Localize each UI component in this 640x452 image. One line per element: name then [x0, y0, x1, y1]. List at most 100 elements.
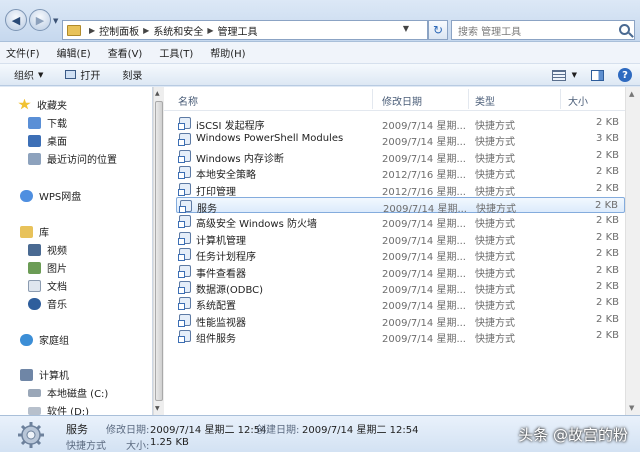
file-row[interactable]: 事件查看器 2009/7/14 星期... 快捷方式 2 KB — [176, 263, 625, 280]
file-type: 快捷方式 — [475, 153, 515, 165]
nav-recent-places[interactable]: 最近访问的位置 — [28, 151, 117, 166]
nav-pictures[interactable]: 图片 — [28, 260, 67, 275]
menu-edit[interactable]: 编辑(E) — [57, 45, 91, 60]
file-row[interactable]: Windows PowerShell Modules 2009/7/14 星期..… — [176, 131, 625, 149]
file-row[interactable]: 服务 2009/7/14 星期... 快捷方式 2 KB — [176, 197, 625, 215]
organize-label: 组织 — [14, 71, 34, 82]
file-row[interactable]: 数据源(ODBC) 2009/7/14 星期... 快捷方式 2 KB — [176, 279, 625, 296]
column-name[interactable]: 名称 — [178, 93, 198, 108]
details-modified-value: 2009/7/14 星期二 12:54 — [150, 425, 267, 436]
breadcrumb-control-panel[interactable]: 控制面板 — [99, 23, 139, 38]
search-icon[interactable] — [619, 24, 630, 35]
file-date: 2009/7/14 星期... — [382, 317, 466, 329]
file-name: 系统配置 — [196, 301, 236, 313]
refresh-button[interactable]: ↻ — [428, 20, 448, 40]
file-row[interactable]: 计算机管理 2009/7/14 星期... 快捷方式 2 KB — [176, 230, 625, 247]
file-row[interactable]: 组件服务 2009/7/14 星期... 快捷方式 2 KB — [176, 328, 625, 346]
file-type: 快捷方式 — [475, 268, 515, 280]
shortcut-icon — [178, 297, 191, 311]
address-bar[interactable]: ▶ 控制面板 ▶ 系统和安全 ▶ 管理工具 ▼ — [62, 20, 428, 40]
chevron-right-icon[interactable]: ▶ — [207, 26, 213, 35]
details-created-label: 创建日期: — [256, 425, 300, 436]
file-row[interactable]: 打印管理 2012/7/16 星期... 快捷方式 2 KB — [176, 181, 625, 198]
details-created-value: 2009/7/14 星期二 12:54 — [302, 425, 419, 436]
file-name: 高级安全 Windows 防火墙 — [196, 219, 317, 231]
breadcrumb-system-security[interactable]: 系统和安全 — [153, 23, 203, 38]
watermark: 头条 @故宫的粉 — [518, 426, 628, 444]
menu-view[interactable]: 查看(V) — [108, 45, 143, 60]
shortcut-icon — [178, 215, 191, 229]
file-type: 快捷方式 — [475, 121, 515, 132]
nav-music[interactable]: 音乐 — [28, 296, 67, 311]
file-row[interactable]: Windows 内存诊断 2009/7/14 星期... 快捷方式 2 KB — [176, 148, 625, 165]
file-size: 3 KB — [596, 133, 619, 145]
nav-homegroup[interactable]: 家庭组 — [20, 332, 69, 347]
shortcut-icon — [178, 166, 191, 180]
file-scrollbar[interactable]: ▲ ▼ — [625, 87, 640, 415]
open-button[interactable]: 打开 — [65, 67, 100, 82]
chevron-right-icon[interactable]: ▶ — [143, 26, 149, 35]
view-options-icon[interactable] — [551, 69, 566, 81]
chevron-down-icon[interactable]: ▼ — [403, 24, 409, 33]
search-input[interactable]: 搜索 管理工具 — [451, 20, 635, 40]
nav-favorites[interactable]: 收藏夹 — [18, 97, 67, 112]
documents-icon — [28, 279, 41, 292]
chevron-down-icon[interactable]: ▼ — [572, 71, 577, 79]
nav-desktop[interactable]: 桌面 — [28, 133, 67, 148]
menu-file[interactable]: 文件(F) — [6, 45, 40, 60]
scroll-down-icon[interactable]: ▼ — [155, 405, 160, 412]
file-row[interactable]: 高级安全 Windows 防火墙 2009/7/14 星期... 快捷方式 2 KB — [176, 213, 625, 231]
nav-label: 下载 — [47, 119, 67, 130]
scroll-thumb[interactable] — [155, 101, 163, 401]
nav-computer[interactable]: 计算机 — [20, 367, 69, 382]
file-date: 2009/7/14 星期... — [382, 268, 466, 280]
burn-button[interactable]: 刻录 — [122, 67, 142, 82]
file-name: 计算机管理 — [196, 235, 246, 247]
file-size: 2 KB — [596, 182, 619, 194]
help-icon[interactable]: ? — [618, 68, 632, 82]
downloads-folder-icon — [28, 116, 41, 129]
file-name: 数据源(ODBC) — [196, 285, 264, 296]
scroll-up-icon[interactable]: ▲ — [155, 90, 160, 97]
file-date: 2009/7/14 星期... — [382, 137, 466, 149]
recent-pages-dropdown[interactable]: ▼ — [53, 17, 58, 25]
nav-videos[interactable]: 视频 — [28, 242, 67, 257]
menu-help[interactable]: 帮助(H) — [210, 45, 245, 60]
nav-label: 视频 — [47, 246, 67, 257]
nav-label: 本地磁盘 (C:) — [47, 389, 109, 400]
preview-pane-icon[interactable] — [591, 69, 604, 81]
nav-downloads[interactable]: 下载 — [28, 115, 67, 130]
file-type: 快捷方式 — [475, 252, 515, 264]
nav-libraries[interactable]: 库 — [20, 224, 49, 239]
scroll-up-icon[interactable]: ▲ — [629, 90, 634, 98]
breadcrumb-admin-tools[interactable]: 管理工具 — [217, 23, 257, 38]
homegroup-icon — [20, 333, 33, 346]
nav-label: 文档 — [47, 282, 67, 293]
forward-button[interactable]: ▶ — [29, 9, 51, 31]
file-row[interactable]: 性能监视器 2009/7/14 星期... 快捷方式 2 KB — [176, 312, 625, 329]
computer-icon — [20, 368, 33, 381]
nav-scrollbar[interactable]: ▲ ▼ — [153, 87, 164, 415]
open-icon — [65, 70, 77, 79]
file-name: 组件服务 — [196, 334, 236, 346]
column-size[interactable]: 大小 — [568, 93, 588, 108]
organize-button[interactable]: 组织 ▼ — [14, 67, 43, 83]
details-size-label: 大小: — [126, 441, 150, 452]
back-button[interactable]: ◀ — [5, 9, 27, 31]
file-row[interactable]: 系统配置 2009/7/14 星期... 快捷方式 2 KB — [176, 295, 625, 313]
file-row[interactable]: iSCSI 发起程序 2009/7/14 星期... 快捷方式 2 KB — [176, 115, 625, 132]
desktop-icon — [28, 134, 41, 147]
nav-wps-cloud[interactable]: WPS网盘 — [20, 188, 81, 203]
nav-local-disk-c[interactable]: 本地磁盘 (C:) — [28, 385, 108, 400]
column-type[interactable]: 类型 — [475, 93, 495, 108]
star-icon — [18, 98, 31, 110]
nav-documents[interactable]: 文档 — [28, 278, 67, 293]
scroll-down-icon[interactable]: ▼ — [629, 404, 634, 412]
file-row[interactable]: 任务计划程序 2009/7/14 星期... 快捷方式 2 KB — [176, 246, 625, 264]
menu-tools[interactable]: 工具(T) — [159, 45, 193, 60]
file-row[interactable]: 本地安全策略 2012/7/16 星期... 快捷方式 2 KB — [176, 164, 625, 181]
chevron-right-icon[interactable]: ▶ — [89, 26, 95, 35]
file-type: 快捷方式 — [475, 219, 515, 231]
column-date[interactable]: 修改日期 — [382, 93, 422, 108]
file-type: 快捷方式 — [475, 235, 515, 247]
